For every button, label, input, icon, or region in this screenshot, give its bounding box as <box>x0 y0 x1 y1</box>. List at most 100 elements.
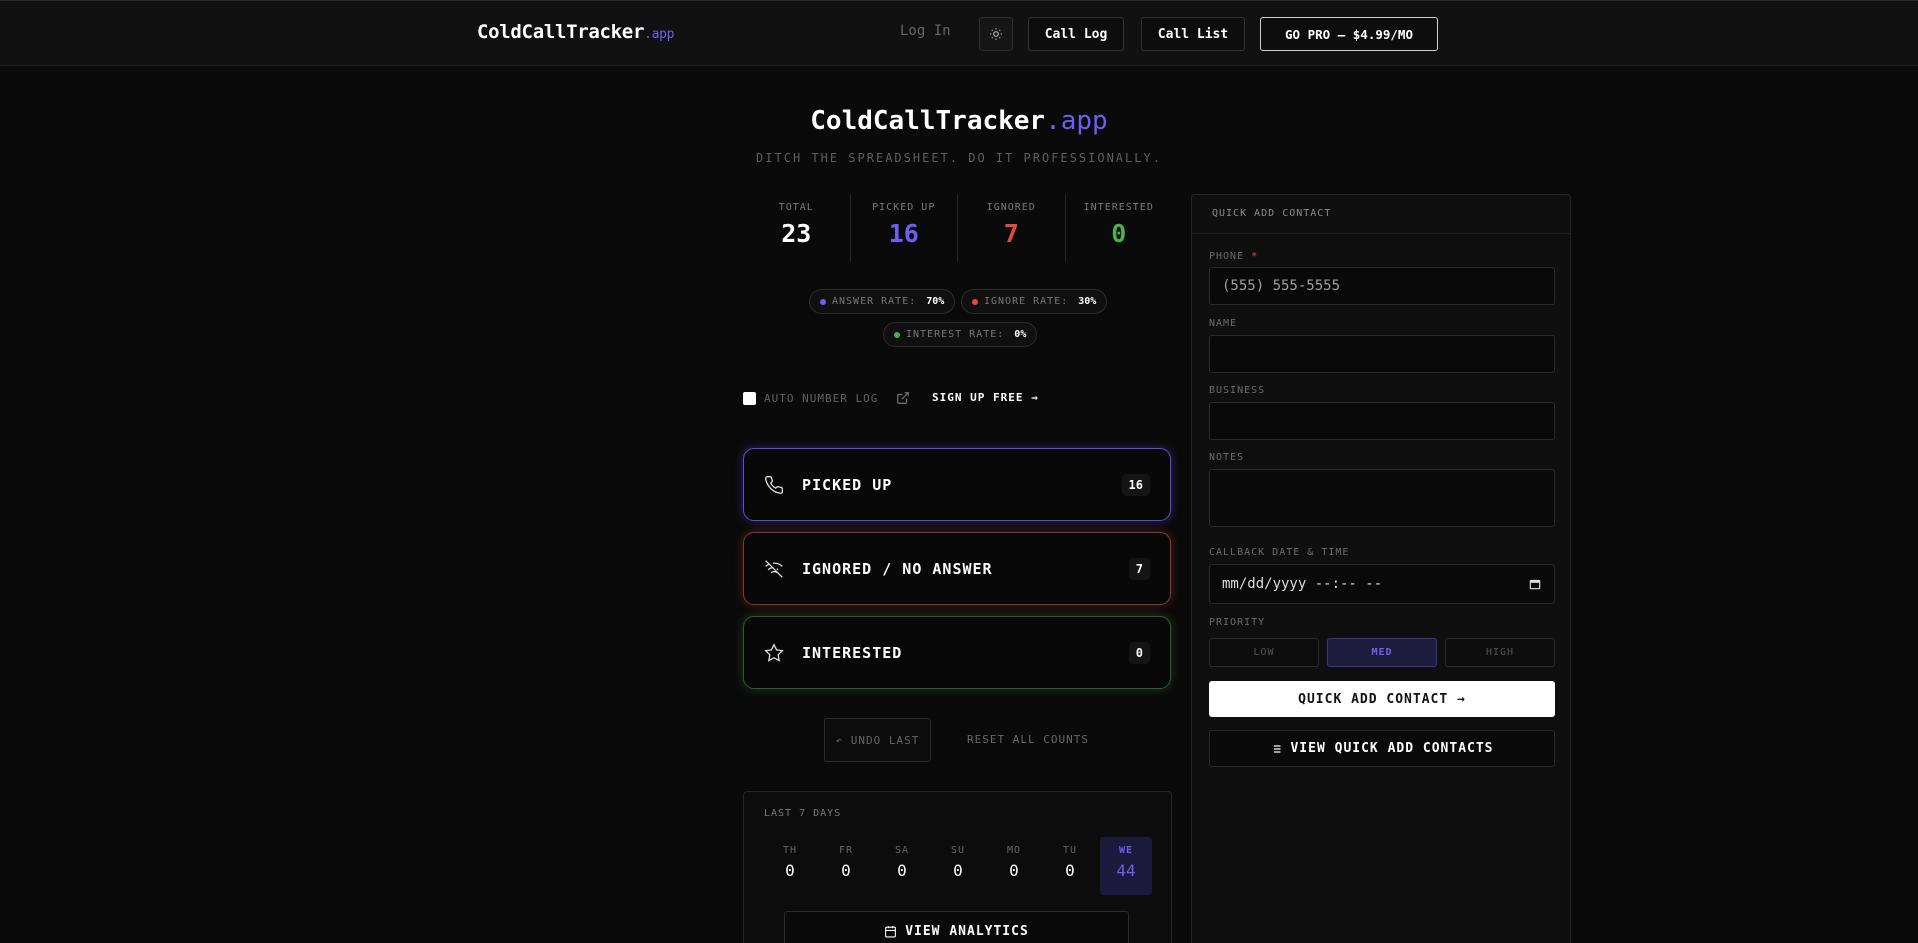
day-item: SA 0 <box>876 837 928 895</box>
top-nav: ColdCallTracker.app Log In Call Log Call… <box>0 0 1918 66</box>
go-pro-button[interactable]: GO PRO — $4.99/MO <box>1260 17 1438 51</box>
interest-rate-badge: INTEREST RATE: 0% <box>883 322 1038 347</box>
rate-label: ANSWER RATE: <box>832 296 917 307</box>
last-7-days-panel: LAST 7 DAYS TH 0 FR 0 SA 0 SU 0 MO 0 TU … <box>743 791 1172 943</box>
star-icon <box>764 642 784 662</box>
sun-icon <box>990 28 1002 40</box>
day-list: TH 0 FR 0 SA 0 SU 0 MO 0 TU 0 WE 44 <box>764 837 1152 895</box>
auto-number-log-label[interactable]: AUTO NUMBER LOG <box>764 392 878 405</box>
day-label: TH <box>782 845 798 856</box>
analytics-label: VIEW ANALYTICS <box>905 923 1029 939</box>
calendar-icon[interactable] <box>1528 577 1542 591</box>
action-count: 16 <box>1121 473 1150 496</box>
day-value: 44 <box>1116 861 1136 880</box>
business-input[interactable] <box>1209 402 1555 440</box>
stat-label: PICKED UP <box>872 202 936 213</box>
day-label: TU <box>1062 845 1078 856</box>
page-title: ColdCallTracker.app <box>0 106 1918 136</box>
panel-title: QUICK ADD CONTACT <box>1192 195 1570 234</box>
day-item: TU 0 <box>1044 837 1096 895</box>
day-value: 0 <box>841 861 851 880</box>
stat-value: 0 <box>1111 219 1127 248</box>
day-item: SU 0 <box>932 837 984 895</box>
title-text: ColdCallTracker <box>810 106 1046 136</box>
rate-label: INTEREST RATE: <box>906 329 1005 340</box>
day-item-today: WE 44 <box>1100 837 1152 895</box>
priority-low-button[interactable]: LOW <box>1209 638 1319 667</box>
stat-total: TOTAL 23 <box>743 194 851 262</box>
sign-up-link[interactable]: SIGN UP FREE → <box>932 391 1039 404</box>
view-label: VIEW QUICK ADD CONTACTS <box>1290 741 1494 756</box>
ignore-rate-badge: IGNORE RATE: 30% <box>961 289 1108 314</box>
external-link-icon[interactable] <box>896 391 910 405</box>
brand-name: ColdCallTracker <box>477 21 645 43</box>
dot-icon <box>894 331 900 338</box>
stat-interested: INTERESTED 0 <box>1066 194 1173 262</box>
calendar-icon <box>885 925 897 937</box>
required-marker: * <box>1251 251 1259 262</box>
action-count: 0 <box>1128 641 1150 664</box>
stat-value: 23 <box>781 219 812 248</box>
view-quick-add-contacts-button[interactable]: VIEW QUICK ADD CONTACTS <box>1209 730 1555 767</box>
answer-rate-badge: ANSWER RATE: 70% <box>809 289 956 314</box>
day-item: MO 0 <box>988 837 1040 895</box>
view-analytics-button[interactable]: VIEW ANALYTICS <box>784 911 1129 943</box>
business-label: BUSINESS <box>1209 385 1266 396</box>
notes-textarea[interactable] <box>1209 469 1555 527</box>
day-value: 0 <box>897 861 907 880</box>
rate-value: 70% <box>926 296 945 307</box>
list-icon <box>1271 744 1281 753</box>
rate-label: IGNORE RATE: <box>984 296 1069 307</box>
interested-button[interactable]: INTERESTED 0 <box>743 616 1171 689</box>
name-label: NAME <box>1209 318 1238 329</box>
priority-high-button[interactable]: HIGH <box>1445 638 1555 667</box>
day-value: 0 <box>1009 861 1019 880</box>
day-value: 0 <box>785 861 795 880</box>
picked-up-button[interactable]: PICKED UP 16 <box>743 448 1171 521</box>
name-input[interactable] <box>1209 335 1555 373</box>
callback-label: CALLBACK DATE & TIME <box>1209 547 1350 558</box>
day-label: WE <box>1118 845 1134 856</box>
priority-med-button[interactable]: MED <box>1327 638 1437 667</box>
priority-label: PRIORITY <box>1209 617 1266 628</box>
ignored-button[interactable]: IGNORED / NO ANSWER 7 <box>743 532 1171 605</box>
callback-datetime-input[interactable]: mm/dd/yyyy --:-- -- <box>1209 564 1555 604</box>
rate-value: 0% <box>1014 329 1027 340</box>
call-log-button[interactable]: Call Log <box>1028 17 1124 51</box>
brand-logo[interactable]: ColdCallTracker.app <box>477 21 675 43</box>
datetime-placeholder: mm/dd/yyyy --:-- -- <box>1222 576 1383 592</box>
no-signal-icon <box>765 559 783 578</box>
action-count: 7 <box>1128 557 1150 580</box>
day-item: FR 0 <box>820 837 872 895</box>
stats-summary: TOTAL 23 PICKED UP 16 IGNORED 7 INTEREST… <box>743 194 1172 262</box>
day-label: FR <box>838 845 854 856</box>
brand-accent: .app <box>644 27 675 42</box>
stat-picked-up: PICKED UP 16 <box>851 194 958 262</box>
phone-label: PHONE * <box>1209 251 1258 262</box>
undo-last-button[interactable]: ↶ UNDO LAST <box>824 718 931 762</box>
stat-ignored: IGNORED 7 <box>958 194 1066 262</box>
action-label: PICKED UP <box>802 475 893 494</box>
action-label: IGNORED / NO ANSWER <box>802 559 993 578</box>
auto-number-log-checkbox[interactable] <box>743 392 756 405</box>
week-title: LAST 7 DAYS <box>764 808 842 819</box>
stat-label: INTERESTED <box>1083 202 1154 213</box>
rate-value: 30% <box>1078 296 1097 307</box>
action-label: INTERESTED <box>802 643 903 662</box>
day-value: 0 <box>953 861 963 880</box>
title-accent: .app <box>1045 106 1108 136</box>
call-list-button[interactable]: Call List <box>1141 17 1245 51</box>
stat-value: 7 <box>1003 219 1019 248</box>
phone-input[interactable]: (555) 555-5555 <box>1209 267 1555 305</box>
day-item: TH 0 <box>764 837 816 895</box>
theme-toggle-button[interactable] <box>979 17 1013 51</box>
login-link[interactable]: Log In <box>900 23 951 39</box>
reset-all-counts-button[interactable]: RESET ALL COUNTS <box>967 733 1089 746</box>
day-value: 0 <box>1065 861 1075 880</box>
label-text: PHONE <box>1209 251 1245 262</box>
dot-icon <box>820 298 826 305</box>
day-label: SU <box>950 845 966 856</box>
quick-add-panel: QUICK ADD CONTACT PHONE * (555) 555-5555… <box>1191 194 1571 943</box>
quick-add-contact-button[interactable]: QUICK ADD CONTACT → <box>1209 681 1555 717</box>
stat-label: TOTAL <box>778 202 814 213</box>
